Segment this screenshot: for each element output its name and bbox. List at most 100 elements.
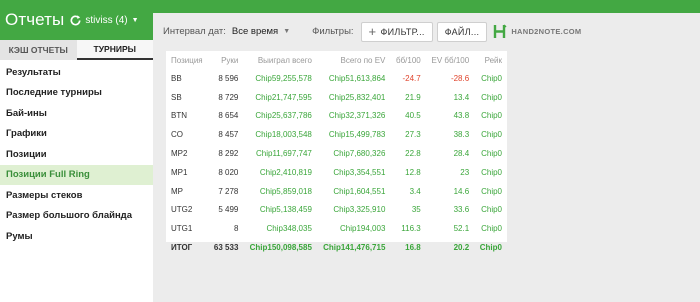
table-cell: 12.8 — [405, 167, 421, 177]
column-header[interactable]: бб/100 — [390, 51, 425, 69]
table-cell: 43.8 — [453, 111, 470, 121]
sidebar-item[interactable]: Результаты — [0, 62, 153, 83]
table-row[interactable]: MP1 8 020 Chip2,410,819 Chip3,354,551 12.8 23… — [166, 163, 507, 182]
table-cell: 20.2 — [453, 243, 470, 253]
sidebar-item[interactable]: Позиции — [0, 144, 153, 165]
table-cell: Chip15,499,783 — [328, 130, 386, 140]
table-row[interactable]: MP2 8 292 Chip11,697,747 Chip7,680,326 22.8 2… — [166, 144, 507, 163]
sidebar-item[interactable]: Бай-ины — [0, 103, 153, 124]
table-cell: Chip0 — [481, 92, 502, 102]
table-cell: Chip0 — [481, 167, 502, 177]
table-cell: Chip32,371,326 — [328, 111, 386, 121]
table-cell: BB — [171, 73, 182, 83]
hand2note-logo-icon — [493, 24, 507, 39]
sidebar: Отчеты stiviss (4) ▼ КЭШ ОТЧЕТЫ ТУРНИРЫ Р… — [0, 0, 153, 302]
table-cell: 8 457 — [218, 130, 239, 140]
chevron-down-icon[interactable]: ▼ — [132, 17, 139, 24]
tab-tournaments[interactable]: ТУРНИРЫ — [76, 40, 153, 60]
table-cell: 33.6 — [453, 205, 470, 215]
table-cell: -28.6 — [450, 73, 470, 83]
table-cell: Chip21,747,595 — [255, 92, 312, 102]
table-cell: Chip1,604,551 — [333, 186, 386, 196]
table-cell: MP2 — [171, 149, 188, 159]
date-range-label: Интервал дат: — [163, 26, 226, 37]
tab-cash-reports[interactable]: КЭШ ОТЧЕТЫ — [0, 40, 77, 60]
refresh-icon[interactable] — [69, 14, 82, 27]
table-cell: 8 596 — [218, 73, 239, 83]
table-cell: 3.4 — [409, 186, 421, 196]
sidebar-item[interactable]: Румы — [0, 226, 153, 247]
sidebar-nav: Результаты Последние турниры Бай-ины График… — [0, 62, 153, 247]
table-cell: Chip5,138,459 — [259, 205, 312, 215]
table-cell: Chip0 — [481, 205, 502, 215]
table-cell: Chip0 — [481, 224, 502, 234]
table-cell: MP — [171, 186, 183, 196]
table-row[interactable]: CO 8 457 Chip18,003,548 Chip15,499,783 27.3 3… — [166, 125, 507, 144]
app-header: Отчеты stiviss (4) ▼ — [0, 0, 153, 40]
table-row[interactable]: MP 7 278 Chip5,859,018 Chip1,604,551 3.4 14.6… — [166, 182, 507, 201]
sidebar-item[interactable]: Размеры стеков — [0, 185, 153, 206]
date-range-select[interactable]: Все время ▼ — [232, 26, 290, 37]
table-row[interactable]: UTG1 8 Chip348,035 Chip194,003 116.3 52.1 Chip… — [166, 219, 507, 238]
table-cell: Chip18,003,548 — [255, 130, 312, 140]
table-cell: BTN — [171, 111, 187, 121]
table-cell: Chip3,325,910 — [333, 205, 386, 215]
table-cell: 5 499 — [218, 205, 239, 215]
filters-label: Фильтры: — [312, 26, 354, 37]
table-cell: 8 729 — [218, 92, 239, 102]
file-button-label: ФАЙЛ... — [444, 26, 480, 37]
table-cell: 35 — [411, 205, 421, 215]
sidebar-item[interactable]: Размер большого блайнда — [0, 206, 153, 227]
column-header[interactable]: Руки — [208, 51, 243, 69]
table-cell: SB — [171, 92, 182, 102]
sidebar-tabs: КЭШ ОТЧЕТЫ ТУРНИРЫ — [0, 40, 153, 60]
column-header[interactable]: Позиция — [166, 51, 208, 69]
table-total-row[interactable]: ИТОГ 63 533 Chip150,098,585 Chip141,476,715… — [166, 238, 507, 257]
filter-button-label: ФИЛЬТР... — [380, 26, 425, 37]
table-cell: Chip150,098,585 — [249, 243, 312, 253]
player-selector[interactable]: stiviss (4) — [85, 15, 127, 26]
table-cell: Chip0 — [479, 243, 502, 253]
column-header[interactable]: Выиграл всего — [243, 51, 317, 69]
table-row[interactable]: BTN 8 654 Chip25,637,786 Chip32,371,326 40.5… — [166, 107, 507, 126]
table-cell: 21.9 — [405, 92, 421, 102]
table-row[interactable]: UTG2 5 499 Chip5,138,459 Chip3,325,910 35 33.… — [166, 201, 507, 220]
table-cell: Chip0 — [481, 73, 502, 83]
logo-text: HAND2NOTE.COM — [511, 27, 582, 36]
table-cell: -24.7 — [402, 73, 421, 83]
table-row[interactable]: SB 8 729 Chip21,747,595 Chip25,832,401 21.9 1… — [166, 88, 507, 107]
top-bar — [153, 0, 700, 13]
table-cell: 8 654 — [218, 111, 239, 121]
table-cell: UTG2 — [171, 205, 193, 215]
column-header[interactable]: Всего по EV — [317, 51, 391, 69]
table-cell: 63 533 — [213, 243, 239, 253]
table-cell: Chip25,832,401 — [328, 92, 386, 102]
table-cell: MP1 — [171, 167, 188, 177]
table-cell: Chip25,637,786 — [255, 111, 312, 121]
table-cell: 8 — [233, 224, 239, 234]
sidebar-item[interactable]: Графики — [0, 124, 153, 145]
table-cell: 23 — [460, 167, 470, 177]
column-header[interactable]: EV бб/100 — [426, 51, 474, 69]
table-cell: Chip0 — [481, 149, 502, 159]
table-cell: Chip0 — [481, 130, 502, 140]
table-cell: 16.8 — [405, 243, 421, 253]
table-cell: 40.5 — [405, 111, 421, 121]
filter-button[interactable]: + ФИЛЬТР... — [360, 21, 433, 42]
table-cell: 116.3 — [401, 224, 421, 234]
table-cell: 22.8 — [405, 149, 421, 159]
table-row[interactable]: BB 8 596 Chip59,255,578 Chip51,613,864 -24.7… — [166, 69, 507, 88]
table-cell: Chip51,613,864 — [328, 73, 386, 83]
table-cell: ИТОГ — [171, 243, 193, 253]
table-cell: 7 278 — [218, 186, 239, 196]
sidebar-item[interactable]: Последние турниры — [0, 83, 153, 104]
column-header[interactable]: Рейк — [474, 51, 507, 69]
table-cell: Chip348,035 — [266, 224, 312, 234]
file-button[interactable]: ФАЙЛ... — [436, 21, 488, 42]
table-cell: 8 292 — [218, 149, 239, 159]
table-cell: 8 020 — [218, 167, 239, 177]
table-cell: 28.4 — [453, 149, 470, 159]
sidebar-item[interactable]: Позиции Full Ring — [0, 164, 153, 185]
results-table-panel: Позиция Руки Выиграл всего Всего по EV бб/10… — [166, 51, 507, 252]
table-cell: UTG1 — [171, 224, 193, 234]
